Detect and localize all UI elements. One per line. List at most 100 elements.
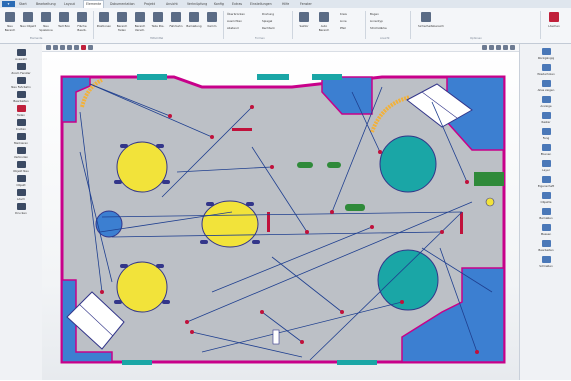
undo-tool[interactable]: Rückgängig (524, 48, 568, 60)
mark-tool[interactable]: Markieren (2, 133, 40, 145)
green-bench[interactable] (327, 162, 341, 168)
circle-option[interactable]: Kreis (340, 12, 347, 17)
tab-fenster[interactable]: Fenster (300, 1, 312, 7)
print-tool[interactable]: Drucken (2, 203, 40, 215)
align-option[interactable]: Ausrichten (227, 19, 242, 24)
yellow-table-top[interactable] (116, 141, 168, 193)
object-tool[interactable]: Objekt (2, 175, 40, 187)
bridge-option[interactable]: Überbrücken (227, 12, 245, 17)
delete-tool[interactable]: Lösch (2, 189, 40, 201)
redo-tool[interactable]: Wiederholen (524, 64, 568, 76)
tab-extras[interactable]: Extras (232, 1, 242, 7)
properties-tool[interactable]: Eigenschaft (524, 176, 568, 188)
new-roadway-tool[interactable]: Neu Fahrbahn (2, 77, 40, 89)
yellow-table-center[interactable] (201, 200, 259, 248)
connect-tool[interactable]: Verbinden (2, 147, 40, 159)
select-icon[interactable] (46, 45, 51, 50)
tool-label: Schließen (539, 264, 553, 268)
comb-button[interactable]: Kamm (204, 11, 220, 39)
pointer-icon (16, 49, 26, 56)
file-menu-button[interactable]: ▾ (2, 1, 15, 7)
tab-konfig[interactable]: Konfig (214, 1, 224, 7)
fit-icon[interactable] (74, 45, 79, 50)
split-area-button[interactable]: Bereich Teilen (114, 11, 130, 39)
grid-icon[interactable] (482, 45, 487, 50)
tab-projekt[interactable]: Projekt (144, 1, 155, 7)
auto-area-button[interactable]: Auto Bereich (316, 11, 332, 39)
spacing-option[interactable]: Abstand (227, 26, 239, 31)
tab-hilfe[interactable]: Hilfe (282, 1, 289, 7)
tab-einstellungen[interactable]: Einstellungen (250, 1, 272, 7)
select-tool[interactable]: Auswahl (2, 49, 40, 61)
object-icon (16, 161, 26, 168)
zoom-in-icon[interactable] (60, 45, 65, 50)
dimension-tool[interactable]: Bemaßen (524, 208, 568, 220)
dimension-button[interactable]: Bemaßung (186, 11, 202, 39)
yellow-table-bottom[interactable] (116, 261, 168, 313)
drawing-canvas[interactable] (42, 52, 519, 380)
levels-tool[interactable]: Ebenen (524, 144, 568, 156)
rectangle-option[interactable]: Rechteck (262, 26, 275, 31)
line-option[interactable]: Linie (340, 19, 347, 24)
edit-tool[interactable]: Bearbeiten (2, 91, 40, 103)
text-box-button[interactable]: Text Box (56, 11, 72, 39)
group-label: Elemente (30, 37, 43, 40)
lock-icon[interactable] (503, 45, 508, 50)
tool-label: Lösch (17, 197, 25, 201)
measure-tool[interactable]: Messen (524, 224, 568, 236)
green-zone-right[interactable] (474, 172, 504, 186)
edit-area-button[interactable]: Fläche Bearb. (74, 11, 90, 39)
teal-table-bottom[interactable] (377, 249, 439, 311)
new-zone-button[interactable]: Neu Spielzone (38, 11, 54, 39)
move-area-button[interactable]: Bereich Versch. (132, 11, 148, 39)
stroke-width-option[interactable]: Strichstärke (370, 26, 387, 31)
layer-tool[interactable]: Layer (524, 160, 568, 172)
tab-dokumentation[interactable]: Dokumentation (110, 1, 135, 7)
roadway-button[interactable]: Fahrbahn (168, 11, 184, 39)
tool-label: Zoom Fenster (11, 71, 31, 75)
layer-icon[interactable] (489, 45, 494, 50)
close-icon[interactable] (81, 45, 86, 50)
green-bench[interactable] (345, 204, 365, 211)
refresh-icon[interactable] (88, 45, 93, 50)
tab-verknuepfung[interactable]: Verknüpfung (187, 1, 207, 7)
edit-tool-right[interactable]: Bearbeiten (524, 240, 568, 252)
tab-layout[interactable]: Layout (64, 1, 75, 7)
new-object-button[interactable]: Neu Objekt (20, 11, 36, 39)
pillar-right[interactable] (485, 197, 495, 207)
hand-icon[interactable] (53, 45, 58, 50)
door-bottom[interactable] (272, 329, 280, 345)
split-tool[interactable]: Teilen (2, 105, 40, 117)
objects-tool[interactable]: Objekte (524, 192, 568, 204)
show-all-tool[interactable]: Alles zeigen (524, 80, 568, 92)
tab-start[interactable]: Start (19, 1, 27, 7)
settings-icon[interactable] (510, 45, 515, 50)
delete-button[interactable]: Löschen (546, 11, 562, 39)
safety-area-button[interactable]: Sicherheitsbereich (418, 11, 444, 39)
tab-ansicht[interactable]: Ansicht (166, 1, 178, 7)
zoom-window-tool[interactable]: Zoom Fenster (2, 63, 40, 75)
tool-label: Messen (540, 232, 552, 236)
line-type-option[interactable]: Linientyp (370, 19, 383, 24)
arc-option[interactable]: Bogen (370, 12, 379, 17)
floor-plan[interactable] (42, 52, 519, 380)
view-icon[interactable] (496, 45, 501, 50)
arrow-option[interactable]: Pfeil (340, 26, 346, 31)
new-object-tool[interactable]: Objekt Neu (2, 161, 40, 173)
sector-button[interactable]: Sektor (296, 11, 312, 39)
grid-tool[interactable]: Raster (524, 112, 568, 124)
rotate-option[interactable]: Drehung (262, 12, 274, 17)
tab-bearbeitung[interactable]: Bearbeitung (36, 1, 56, 7)
edit-icon (541, 240, 551, 247)
close-tool[interactable]: Schließen (524, 256, 568, 268)
teal-table-top[interactable] (379, 135, 437, 193)
positions-button[interactable]: Positionen (96, 11, 112, 39)
snap-tool[interactable]: Fang (524, 128, 568, 140)
node-tool[interactable]: Knoten (2, 119, 40, 131)
green-bench[interactable] (297, 162, 313, 168)
new-area-button[interactable]: Neu Bereich (2, 11, 18, 39)
part-position-button[interactable]: Teile Pos. (150, 11, 166, 39)
mirror-option[interactable]: Spiegel (262, 19, 272, 24)
display-tool[interactable]: Anzeige (524, 96, 568, 108)
zoom-out-icon[interactable] (67, 45, 72, 50)
